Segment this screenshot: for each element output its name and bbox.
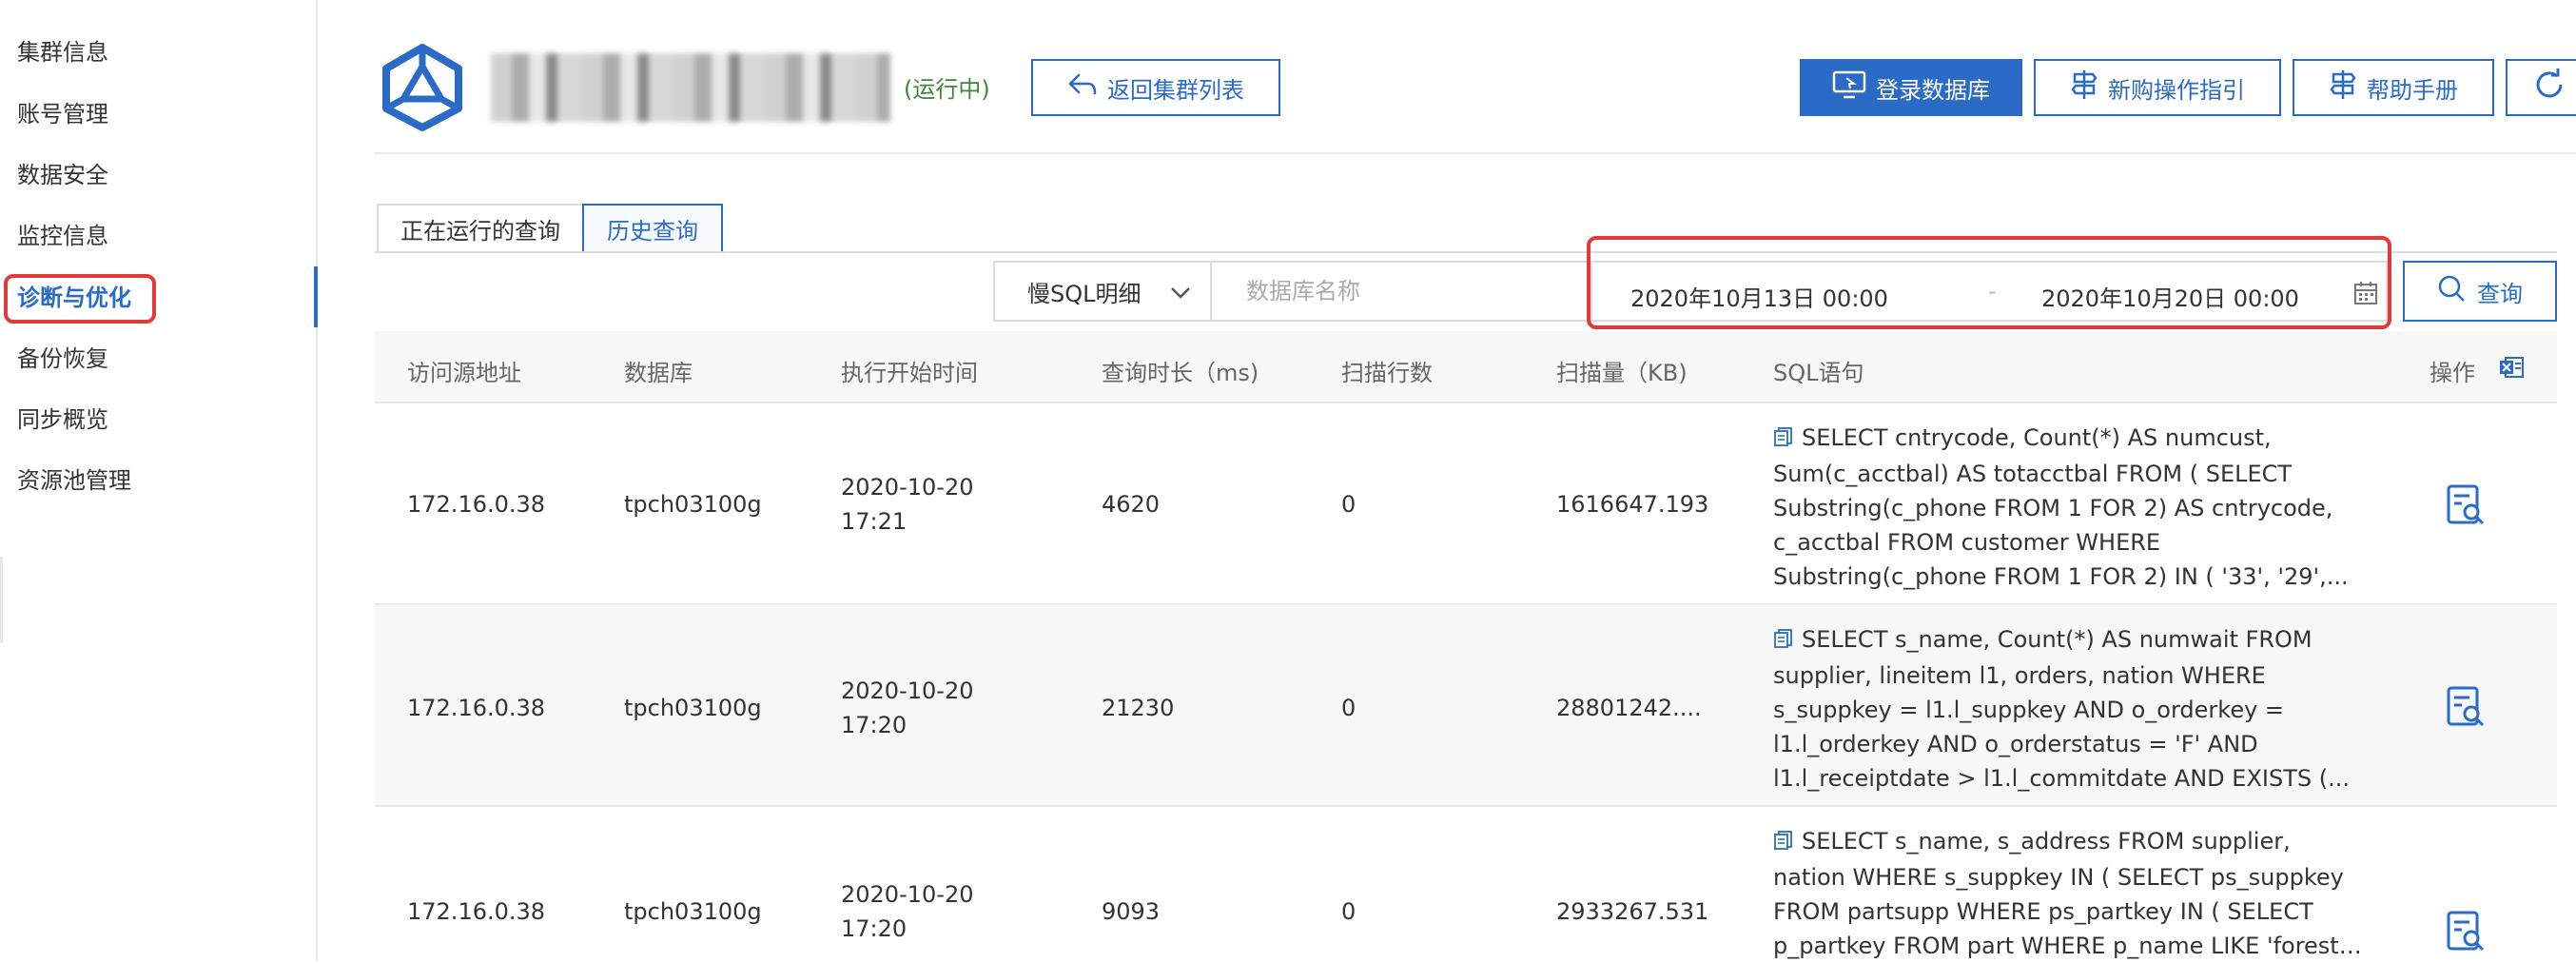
sql-line: Sum(c_acctbal) AS totacctbal FROM ( SELE… xyxy=(1773,461,2293,487)
cell-duration: 4620 xyxy=(1102,491,1161,518)
column-header-database: 数据库 xyxy=(624,360,693,386)
refresh-icon xyxy=(2532,68,2576,108)
purchase-guide-button[interactable]: 新购操作指引 xyxy=(2034,59,2281,116)
table-header: 访问源地址 数据库 执行开始时间 查询时长（ms) 扫描行数 扫描量（KB) S… xyxy=(375,331,2557,403)
column-header-sql: SQL语句 xyxy=(1773,360,1864,386)
sidebar-item-account-management[interactable]: 账号管理 xyxy=(17,100,108,128)
query-type-select[interactable]: 慢SQL明细 xyxy=(993,261,1212,322)
cell-sql: SELECT cntrycode, Count(*) AS numcust, S… xyxy=(1773,421,2363,592)
cell-start-time: 17:20 xyxy=(841,712,907,738)
sql-line: nation WHERE s_suppkey IN ( SELECT ps_su… xyxy=(1773,864,2344,891)
cell-scan-rows: 0 xyxy=(1341,898,1356,925)
signpost-icon xyxy=(2329,69,2367,107)
copy-sql-icon[interactable] xyxy=(1773,624,1794,658)
login-button-label: 登录数据库 xyxy=(1876,76,1990,104)
query-button-label: 查询 xyxy=(2477,280,2523,307)
cell-start-date: 2020-10-20 xyxy=(841,881,974,908)
sidebar-item-cluster-info[interactable]: 集群信息 xyxy=(17,38,108,67)
search-icon xyxy=(2437,274,2477,308)
view-detail-icon[interactable] xyxy=(2445,910,2487,957)
view-detail-icon[interactable] xyxy=(2445,483,2487,531)
cell-start-date: 2020-10-20 xyxy=(841,474,974,501)
back-arrow-icon xyxy=(1067,72,1107,103)
back-button-label: 返回集群列表 xyxy=(1107,76,1244,104)
purchase-guide-label: 新购操作指引 xyxy=(2108,76,2245,104)
back-to-cluster-list-button[interactable]: 返回集群列表 xyxy=(1031,59,1280,116)
sidebar-item-sync[interactable]: 同步概览 xyxy=(17,405,108,434)
table-row: 172.16.0.38 tpch03100g 2020-10-20 17:20 … xyxy=(375,807,2557,961)
divider xyxy=(0,557,3,642)
column-header-scan-rows[interactable]: 扫描行数 xyxy=(1341,354,1433,387)
sidebar: 集群信息 账号管理 数据安全 监控信息 诊断与优化 备份恢复 同步概览 资源池管… xyxy=(0,0,318,961)
cell-scan-kb: 2933267.531 xyxy=(1556,898,1709,925)
signpost-icon xyxy=(2070,69,2108,107)
chevron-down-icon xyxy=(1168,280,1193,310)
cell-scan-kb: 1616647.193 xyxy=(1556,491,1709,518)
cell-duration: 21230 xyxy=(1102,695,1175,721)
status-badge: (运行中) xyxy=(904,76,990,103)
tab-history-queries[interactable]: 历史查询 xyxy=(582,204,723,253)
help-manual-button[interactable]: 帮助手册 xyxy=(2293,59,2494,116)
cell-source: 172.16.0.38 xyxy=(407,695,546,721)
column-header-scan-kb[interactable]: 扫描量（KB) xyxy=(1556,354,1688,387)
highlight-box-date-range xyxy=(1587,236,2391,329)
sql-line: p_partkey FROM part WHERE p_name LIKE 'f… xyxy=(1773,933,2363,959)
cell-duration: 9093 xyxy=(1102,898,1161,925)
cell-database: tpch03100g xyxy=(624,898,762,925)
cell-sql: SELECT s_name, Count(*) AS numwait FROM … xyxy=(1773,622,2363,794)
column-header-start-time: 执行开始时间 xyxy=(841,360,978,386)
column-header-duration[interactable]: 查询时长（ms) xyxy=(1102,354,1259,387)
cell-sql: SELECT s_name, s_address FROM supplier, … xyxy=(1773,824,2363,963)
sql-line: Substring(c_phone FROM 1 FOR 2) AS cntry… xyxy=(1773,495,2333,521)
column-header-actions: 操作 xyxy=(2430,360,2475,386)
view-detail-icon[interactable] xyxy=(2445,685,2487,733)
help-button-label: 帮助手册 xyxy=(2367,76,2458,104)
monitor-login-icon xyxy=(1832,69,1876,106)
sidebar-item-diagnosis[interactable]: 诊断与优化 xyxy=(17,284,131,312)
copy-sql-icon[interactable] xyxy=(1773,826,1794,860)
cell-database: tpch03100g xyxy=(624,491,762,518)
cell-scan-rows: 0 xyxy=(1341,491,1356,518)
cell-scan-kb: 28801242.... xyxy=(1556,695,1702,721)
query-button[interactable]: 查询 xyxy=(2403,261,2557,322)
sidebar-item-backup[interactable]: 备份恢复 xyxy=(17,344,108,373)
product-logo-icon xyxy=(381,44,464,131)
cell-database: tpch03100g xyxy=(624,695,762,721)
sidebar-item-data-security[interactable]: 数据安全 xyxy=(17,161,108,189)
sql-line: FROM partsupp WHERE ps_partkey IN ( SELE… xyxy=(1773,898,2313,925)
table-row: 172.16.0.38 tpch03100g 2020-10-20 17:20 … xyxy=(375,605,2557,807)
login-database-button[interactable]: 登录数据库 xyxy=(1800,59,2022,116)
tab-running-queries[interactable]: 正在运行的查询 xyxy=(377,204,584,253)
cell-source: 172.16.0.38 xyxy=(407,898,546,925)
cell-start-time: 17:21 xyxy=(841,508,907,535)
sql-line: SELECT cntrycode, Count(*) AS numcust, xyxy=(1802,424,2272,451)
sql-line: l1.l_orderkey AND o_orderstatus = 'F' AN… xyxy=(1773,731,2258,757)
sql-line: c_acctbal FROM customer WHERE xyxy=(1773,529,2161,556)
excel-export-icon[interactable] xyxy=(2498,354,2525,384)
header-divider xyxy=(375,152,2576,154)
sql-line: supplier, lineitem l1, orders, nation WH… xyxy=(1773,662,2266,689)
column-header-source: 访问源地址 xyxy=(407,360,521,386)
sidebar-item-resource-pool[interactable]: 资源池管理 xyxy=(17,466,131,495)
database-name-input[interactable] xyxy=(1210,261,1590,322)
table-row: 172.16.0.38 tpch03100g 2020-10-20 17:21 … xyxy=(375,403,2557,605)
cell-scan-rows: 0 xyxy=(1341,695,1356,721)
sql-line: SELECT s_name, s_address FROM supplier, xyxy=(1802,828,2291,855)
sql-line: SELECT s_name, Count(*) AS numwait FROM xyxy=(1802,626,2313,653)
copy-sql-icon[interactable] xyxy=(1773,423,1794,457)
sidebar-item-monitoring[interactable]: 监控信息 xyxy=(17,222,108,250)
sql-line: l1.l_receiptdate > l1.l_commitdate AND E… xyxy=(1773,765,2350,792)
cluster-name-redacted xyxy=(491,53,890,122)
sql-line: s_suppkey = l1.l_suppkey AND o_orderkey … xyxy=(1773,697,2285,723)
refresh-button[interactable] xyxy=(2506,59,2576,116)
cell-source: 172.16.0.38 xyxy=(407,491,546,518)
cell-start-date: 2020-10-20 xyxy=(841,678,974,704)
active-indicator xyxy=(314,266,318,327)
cell-start-time: 17:20 xyxy=(841,915,907,942)
sql-line: Substring(c_phone FROM 1 FOR 2) IN ( '33… xyxy=(1773,563,2349,590)
query-type-value: 慢SQL明细 xyxy=(1027,280,1142,307)
